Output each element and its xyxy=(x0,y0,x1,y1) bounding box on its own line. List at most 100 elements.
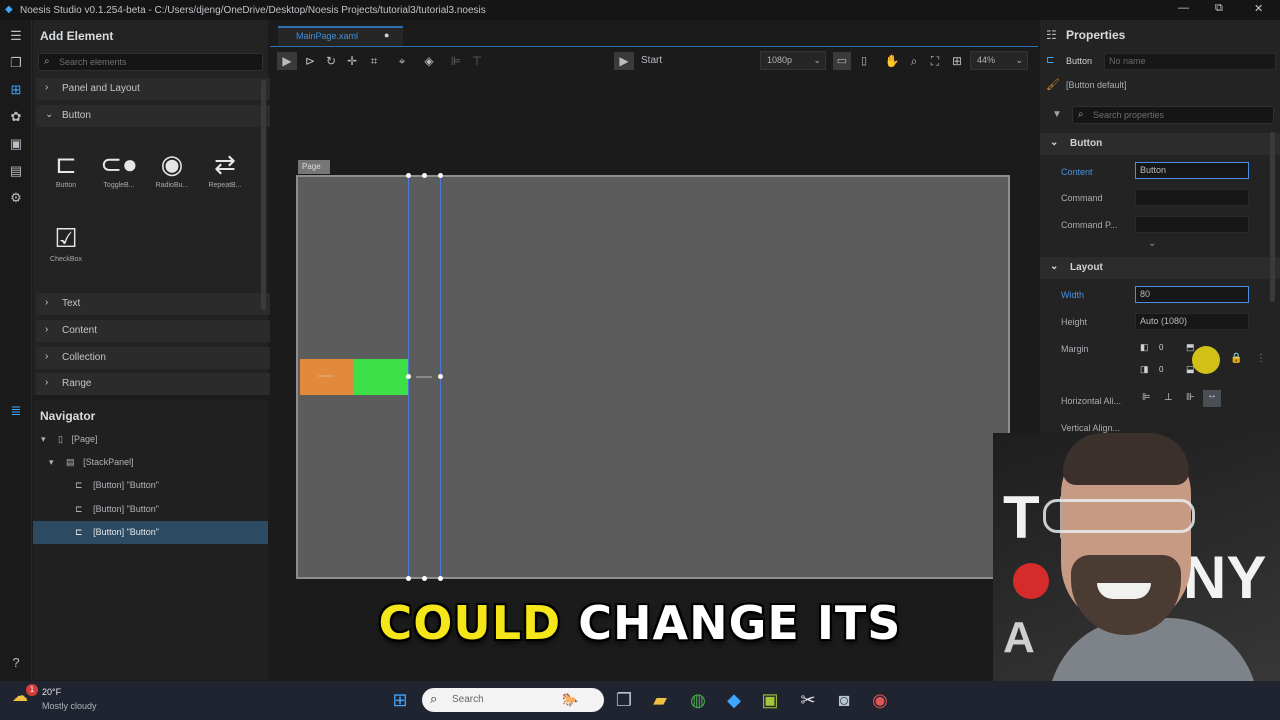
tree-item-button-3[interactable]: ⊏ [Button] "Button" xyxy=(75,521,159,543)
weather-temp[interactable]: 20°F xyxy=(42,687,61,697)
align-top-icon[interactable]: ⊤ xyxy=(469,52,485,70)
add-element-icon[interactable]: ⊞ xyxy=(8,82,24,98)
resize-handle[interactable] xyxy=(438,576,443,581)
resize-handle[interactable] xyxy=(422,173,427,178)
category-content[interactable]: › Content xyxy=(36,320,288,342)
command-param-input[interactable] xyxy=(1135,216,1249,233)
align-center-icon[interactable]: ⊥ xyxy=(1164,392,1173,403)
green-button-element[interactable] xyxy=(354,359,408,395)
property-search-input[interactable]: ⌕ Search properties xyxy=(1072,106,1274,124)
tool-label: Button xyxy=(55,182,77,189)
tree-item-label: [Button] "Button" xyxy=(93,527,159,537)
select-arrow-icon[interactable]: ⊳ xyxy=(302,52,318,70)
element-name-input[interactable]: No name xyxy=(1104,53,1276,70)
tree-item-button-2[interactable]: ⊏ [Button] "Button" xyxy=(75,498,159,520)
zoom-value: 44% xyxy=(977,55,996,65)
height-label: Height xyxy=(1061,317,1088,327)
resize-handle[interactable] xyxy=(406,173,411,178)
expand-more-icon[interactable]: ⌄ xyxy=(1148,238,1156,249)
tool-togglebutton[interactable]: ⊂● ToggleB... xyxy=(94,146,144,189)
section-button[interactable]: ⌄ Button xyxy=(1040,133,1280,155)
resize-handle[interactable] xyxy=(438,173,443,178)
navigator-list-icon[interactable]: ≣ xyxy=(8,403,24,419)
help-icon[interactable]: ? xyxy=(8,655,24,671)
move-icon[interactable]: ✛ xyxy=(344,52,360,70)
width-input[interactable]: 80 xyxy=(1135,286,1249,303)
tab-mainpage[interactable]: MainPage.xaml ● xyxy=(278,26,403,46)
tool-checkbox[interactable]: ☑ CheckBox xyxy=(41,220,91,263)
resize-handle[interactable] xyxy=(422,576,427,581)
start-button[interactable]: Start xyxy=(641,52,671,70)
chrome-icon[interactable]: ◍ xyxy=(686,688,710,712)
add-element-scrollbar[interactable] xyxy=(261,80,266,310)
document-icon[interactable]: ▤ xyxy=(8,163,24,179)
resize-handle[interactable] xyxy=(406,374,411,379)
maximize-button[interactable]: ⧉ xyxy=(1215,2,1223,15)
portrait-icon[interactable]: ▯ xyxy=(857,52,871,70)
align-left-icon[interactable]: ⊫ xyxy=(1142,392,1151,403)
selected-button-placeholder xyxy=(416,376,432,378)
zoom-icon[interactable]: ⌕ xyxy=(906,52,922,70)
close-button[interactable]: ✕ xyxy=(1254,2,1263,15)
app-icon-green[interactable]: ▣ xyxy=(758,688,782,712)
zoom-dropdown[interactable]: 44% ⌄ xyxy=(970,51,1028,70)
fit-selection-icon[interactable]: ⊞ xyxy=(948,52,966,70)
video-caption: COULD CHANGE ITS xyxy=(0,596,1280,650)
resize-handle[interactable] xyxy=(406,576,411,581)
style-brush-icon: 🖌 xyxy=(1046,79,1060,91)
content-input[interactable]: Button xyxy=(1135,162,1249,179)
margin-left-value[interactable]: 0 xyxy=(1159,343,1163,352)
margin-right-value[interactable]: 0 xyxy=(1159,365,1163,374)
filter-icon[interactable]: ▼ xyxy=(1052,109,1062,120)
capcut-icon[interactable]: ✂ xyxy=(796,688,820,712)
palette-icon[interactable]: ✿ xyxy=(8,109,24,125)
resolution-dropdown[interactable]: 1080p ⌄ xyxy=(760,51,826,70)
files-icon[interactable]: ❐ xyxy=(8,55,24,71)
tree-item-button-1[interactable]: ⊏ [Button] "Button" xyxy=(75,474,159,496)
taskbar-search-box[interactable]: ⌕ Search 🐎 xyxy=(422,688,604,712)
minimize-button[interactable]: — xyxy=(1178,2,1189,14)
category-text[interactable]: › Text xyxy=(36,293,288,315)
command-input[interactable] xyxy=(1135,189,1249,206)
properties-scrollbar[interactable] xyxy=(1270,132,1275,302)
media-icon[interactable]: ▣ xyxy=(8,136,24,152)
height-input[interactable]: Auto (1080) xyxy=(1135,313,1249,330)
tool-radiobutton[interactable]: ◉ RadioBu... xyxy=(147,146,197,189)
start-play-icon[interactable]: ▶ xyxy=(614,52,634,70)
play-icon[interactable]: ▶ xyxy=(277,52,297,70)
windows-start-icon[interactable]: ⊞ xyxy=(388,688,412,712)
tree-item-page[interactable]: ▾ ▯ [Page] xyxy=(41,428,98,450)
weather-desc[interactable]: Mostly cloudy xyxy=(42,701,97,711)
pan-hand-icon[interactable]: ✋ xyxy=(884,52,900,70)
style-label[interactable]: [Button default] xyxy=(1066,80,1127,90)
landscape-icon[interactable]: ▭ xyxy=(833,52,851,70)
camera-icon[interactable]: ◙ xyxy=(832,688,856,712)
transform-icon[interactable]: ⌗ xyxy=(366,52,382,70)
noesis-app-icon[interactable]: ◆ xyxy=(722,688,746,712)
element-search-input[interactable]: ⌕ Search elements xyxy=(38,53,263,71)
insert-icon[interactable]: ⌖ xyxy=(394,52,410,70)
fit-screen-icon[interactable]: ⛶ xyxy=(927,52,943,70)
tree-item-stackpanel[interactable]: ▾ ▤ [StackPanel] xyxy=(49,451,134,473)
category-button[interactable]: ⌄ Button xyxy=(36,105,288,127)
file-explorer-icon[interactable]: ▰ xyxy=(648,688,672,712)
category-collection[interactable]: › Collection xyxy=(36,347,288,369)
snap-icon[interactable]: ◈ xyxy=(421,52,437,70)
obs-icon[interactable]: ◉ xyxy=(868,688,892,712)
tool-repeatbutton[interactable]: ⇄ RepeatB... xyxy=(200,146,250,189)
align-right-icon[interactable]: ⊪ xyxy=(1186,392,1195,403)
align-left-icon[interactable]: ⊫ xyxy=(448,52,464,70)
tool-button[interactable]: ⊏ Button xyxy=(41,146,91,189)
settings-cog-icon[interactable]: ⚙ xyxy=(8,190,24,206)
task-view-icon[interactable]: ❐ xyxy=(612,688,636,712)
orange-button-element[interactable] xyxy=(300,359,354,395)
category-panel-and-layout[interactable]: › Panel and Layout xyxy=(36,78,288,100)
rotate-icon[interactable]: ↻ xyxy=(323,52,339,70)
section-layout[interactable]: ⌄ Layout xyxy=(1040,257,1280,279)
more-options-icon[interactable]: ⋮ xyxy=(1256,353,1266,364)
category-range[interactable]: › Range xyxy=(36,373,288,395)
lock-icon[interactable]: 🔒 xyxy=(1230,353,1242,364)
align-stretch-icon[interactable]: ↔ xyxy=(1203,390,1221,407)
resize-handle[interactable] xyxy=(438,374,443,379)
hamburger-menu-icon[interactable]: ☰ xyxy=(8,28,24,44)
